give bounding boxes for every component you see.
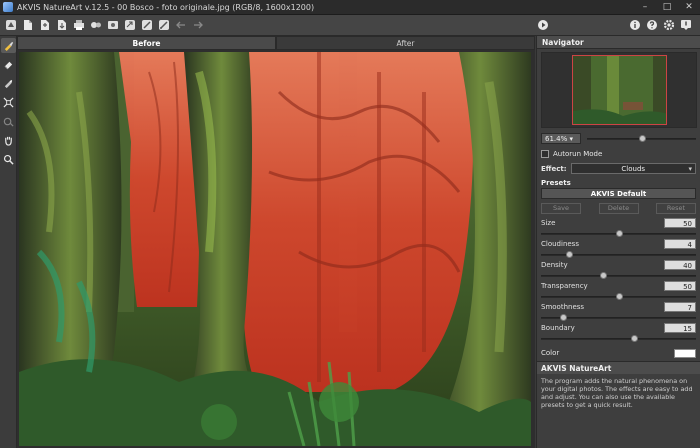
- zoom-slider-knob[interactable]: [638, 134, 646, 142]
- preset-reset-button[interactable]: Reset: [656, 203, 696, 214]
- zoom-icon[interactable]: [1, 152, 16, 167]
- param-size: Size 50: [537, 217, 700, 238]
- tab-before[interactable]: Before: [17, 36, 276, 50]
- param-slider-knob[interactable]: [600, 272, 607, 279]
- settings-panel: Navigator 61.4% ▾ Autorun Mode Effect: C…: [536, 36, 700, 448]
- app-logo-icon: [3, 2, 13, 12]
- param-label: Transparency: [541, 282, 588, 290]
- param-value-field[interactable]: 50: [664, 218, 696, 228]
- param-label: Cloudiness: [541, 240, 579, 248]
- param-slider-knob[interactable]: [631, 335, 638, 342]
- minimize-button[interactable]: –: [634, 0, 656, 15]
- save-icon[interactable]: [38, 18, 52, 32]
- notifications-icon[interactable]: [679, 18, 693, 32]
- highlight-icon[interactable]: [1, 76, 16, 91]
- help-title: AKVIS NatureArt: [537, 361, 700, 374]
- param-density: Density 40: [537, 259, 700, 280]
- param-slider[interactable]: [541, 229, 696, 238]
- param-slider-knob[interactable]: [565, 251, 573, 258]
- params-list: Size 50 Cloudiness 4 Density 40 Transparenc…: [537, 217, 700, 343]
- forest-photo: [19, 52, 531, 446]
- info-group: [628, 18, 696, 32]
- param-value-field[interactable]: 40: [664, 260, 696, 270]
- undo-icon[interactable]: [174, 18, 188, 32]
- navigator-title: Navigator: [537, 36, 700, 49]
- navigator-preview[interactable]: [540, 52, 697, 128]
- info-icon[interactable]: [628, 18, 642, 32]
- title-bar: AKVIS NatureArt v.12.5 - 00 Bosco - foto…: [0, 0, 700, 15]
- param-label: Boundary: [541, 324, 575, 332]
- preset-buttons: Save Delete Reset: [541, 203, 696, 214]
- autorun-label: Autorun Mode: [553, 149, 603, 158]
- canvas-area: Before After: [17, 36, 535, 448]
- param-slider[interactable]: [541, 271, 696, 280]
- brush-icon[interactable]: [1, 38, 16, 53]
- help-icon[interactable]: [645, 18, 659, 32]
- home-icon[interactable]: [4, 18, 18, 32]
- param-value-field[interactable]: 4: [664, 239, 696, 249]
- effect-row: Effect: Clouds ▾: [537, 162, 700, 175]
- chevron-down-icon: ▾: [688, 165, 692, 173]
- effect-label: Effect:: [541, 164, 567, 173]
- param-slider[interactable]: [541, 250, 696, 259]
- param-label: Smoothness: [541, 303, 585, 311]
- autorun-row: Autorun Mode: [537, 148, 700, 159]
- eraser-icon[interactable]: [1, 57, 16, 72]
- zoom-row: 61.4% ▾: [537, 128, 700, 144]
- crop-icon[interactable]: [1, 95, 16, 110]
- hand-icon[interactable]: [1, 133, 16, 148]
- preset-delete-button[interactable]: Delete: [598, 203, 639, 214]
- run-icon[interactable]: [536, 18, 550, 32]
- print-icon[interactable]: [72, 18, 86, 32]
- window-title: AKVIS NatureArt v.12.5 - 00 Bosco - foto…: [17, 2, 315, 12]
- param-slider[interactable]: [541, 334, 696, 343]
- param-slider-knob[interactable]: [615, 230, 623, 237]
- effect-select[interactable]: Clouds ▾: [570, 163, 696, 174]
- tab-after[interactable]: After: [276, 36, 535, 50]
- plugin-icon[interactable]: [106, 18, 120, 32]
- param-slider-knob[interactable]: [615, 293, 623, 300]
- settings-icon[interactable]: [140, 18, 154, 32]
- param-value-field[interactable]: 15: [664, 323, 696, 333]
- zoom-select[interactable]: 61.4% ▾: [541, 132, 581, 144]
- redo-icon[interactable]: [191, 18, 205, 32]
- stamp-icon[interactable]: [1, 114, 16, 129]
- autorun-checkbox[interactable]: [541, 149, 549, 158]
- preset-save-button[interactable]: Save: [541, 203, 581, 214]
- param-smoothness: Smoothness 7: [537, 301, 700, 322]
- presets-title: Presets: [541, 179, 571, 187]
- help-text: The program adds the natural phenomena o…: [541, 377, 693, 409]
- preferences-icon[interactable]: [157, 18, 171, 32]
- share-icon[interactable]: [123, 18, 137, 32]
- param-value-field[interactable]: 7: [664, 302, 696, 312]
- param-slider[interactable]: [541, 292, 696, 301]
- param-value-field[interactable]: 50: [664, 281, 696, 291]
- view-tabs: Before After: [17, 36, 535, 50]
- param-cloudiness: Cloudiness 4: [537, 238, 700, 259]
- gear-icon[interactable]: [662, 18, 676, 32]
- param-slider[interactable]: [541, 313, 696, 322]
- param-label: Density: [541, 261, 568, 269]
- maximize-button[interactable]: □: [656, 0, 678, 15]
- batch-icon[interactable]: [89, 18, 103, 32]
- navigator-thumbnail[interactable]: [571, 55, 667, 125]
- color-row: Color: [537, 347, 700, 359]
- run-group: [536, 18, 553, 32]
- tools-panel: [0, 36, 17, 448]
- export-icon[interactable]: [55, 18, 69, 32]
- preset-select[interactable]: AKVIS Default: [541, 188, 696, 199]
- color-swatch[interactable]: [674, 348, 696, 358]
- param-transparency: Transparency 50: [537, 280, 700, 301]
- color-label: Color: [541, 349, 560, 357]
- image-canvas[interactable]: [19, 52, 531, 446]
- zoom-slider[interactable]: [587, 134, 696, 143]
- main-toolbar: [0, 15, 700, 36]
- param-label: Size: [541, 219, 556, 227]
- param-boundary: Boundary 15: [537, 322, 700, 343]
- close-button[interactable]: ✕: [678, 0, 700, 15]
- open-icon[interactable]: [21, 18, 35, 32]
- param-slider-knob[interactable]: [559, 314, 567, 321]
